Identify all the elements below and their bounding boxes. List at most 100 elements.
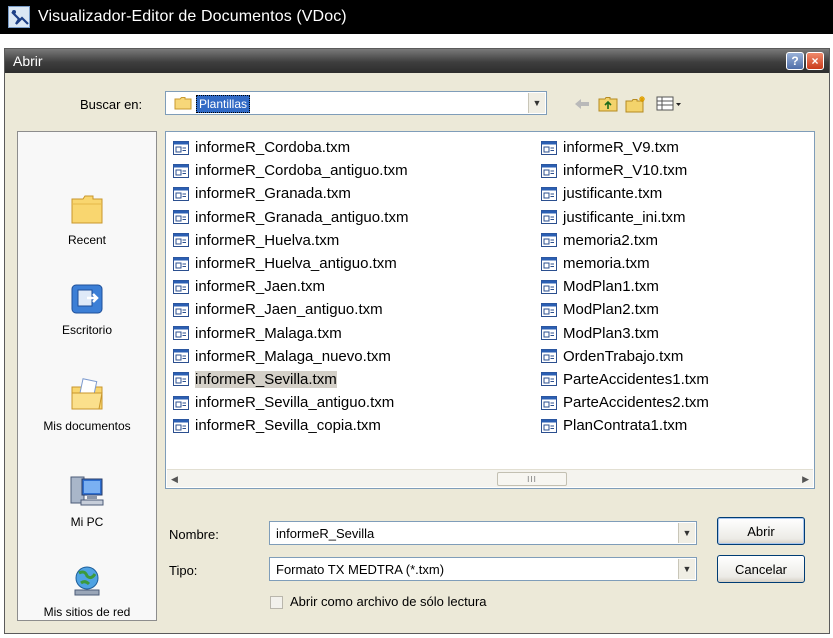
file-name: memoria.txm <box>563 255 650 273</box>
type-label: Tipo: <box>169 563 198 578</box>
file-item[interactable]: justificante.txm <box>541 182 713 205</box>
file-item[interactable]: informeR_Malaga.txm <box>173 322 412 345</box>
file-list[interactable]: informeR_Cordoba.txm informeR_Cordoba_ant… <box>165 131 815 489</box>
txm-file-icon <box>541 163 557 178</box>
scrollbar-thumb[interactable]: III <box>497 472 567 486</box>
file-item[interactable]: memoria2.txm <box>541 229 713 252</box>
txm-file-icon <box>173 140 189 155</box>
txm-file-icon <box>173 395 189 410</box>
scroll-left-icon[interactable]: ◀ <box>171 474 178 485</box>
file-item[interactable]: informeR_V9.txm <box>541 136 713 159</box>
file-item[interactable]: informeR_Huelva_antiguo.txm <box>173 252 412 275</box>
file-item[interactable]: ModPlan3.txm <box>541 322 713 345</box>
my-documents-icon <box>18 378 156 415</box>
horizontal-scrollbar[interactable]: ◀ III ▶ <box>167 469 813 487</box>
file-name: informeR_Sevilla_antiguo.txm <box>195 394 395 412</box>
file-item[interactable]: informeR_Sevilla_antiguo.txm <box>173 391 412 414</box>
txm-file-icon <box>173 233 189 248</box>
cancel-button[interactable]: Cancelar <box>717 555 805 583</box>
readonly-checkbox[interactable] <box>270 596 283 609</box>
recent-folder-icon <box>18 192 156 229</box>
close-button[interactable]: × <box>806 52 824 70</box>
file-name: informeR_V9.txm <box>563 139 679 157</box>
file-item[interactable]: ParteAccidentes2.txm <box>541 391 713 414</box>
lookin-combobox[interactable]: Plantillas ▼ <box>165 91 547 115</box>
txm-file-icon <box>173 326 189 341</box>
app-titlebar: Visualizador-Editor de Documentos (VDoc) <box>0 0 833 34</box>
desktop-icon <box>18 282 156 319</box>
file-name: informeR_Granada.txm <box>195 185 351 203</box>
filetype-combobox[interactable]: Formato TX MEDTRA (*.txm) ▼ <box>269 557 697 581</box>
txm-file-icon <box>173 210 189 225</box>
file-item[interactable]: informeR_Granada.txm <box>173 182 412 205</box>
chevron-down-icon[interactable]: ▼ <box>678 559 695 579</box>
place-label: Recent <box>67 233 107 247</box>
txm-file-icon <box>173 418 189 433</box>
up-folder-icon[interactable] <box>597 95 619 113</box>
txm-file-icon <box>173 163 189 178</box>
open-button[interactable]: Abrir <box>717 517 805 545</box>
file-name: informeR_V10.txm <box>563 162 688 180</box>
file-name: informeR_Jaen.txm <box>195 278 326 296</box>
place-my-computer[interactable]: Mi PC <box>18 474 156 529</box>
place-desktop[interactable]: Escritorio <box>18 282 156 337</box>
txm-file-icon <box>541 279 557 294</box>
place-label: Mi PC <box>70 515 104 529</box>
open-dialog: Abrir ? × Buscar en: Plantillas ▼ Recent… <box>4 48 830 634</box>
file-item[interactable]: memoria.txm <box>541 252 713 275</box>
txm-file-icon <box>541 349 557 364</box>
file-item[interactable]: informeR_Cordoba.txm <box>173 136 412 159</box>
chevron-down-icon[interactable]: ▼ <box>528 93 545 113</box>
file-item[interactable]: OrdenTrabajo.txm <box>541 345 713 368</box>
lookin-value: Plantillas <box>196 95 251 113</box>
txm-file-icon <box>541 395 557 410</box>
file-item[interactable]: ParteAccidentes1.txm <box>541 368 713 391</box>
txm-file-icon <box>541 418 557 433</box>
file-item[interactable]: informeR_V10.txm <box>541 159 713 182</box>
txm-file-icon <box>173 279 189 294</box>
scroll-right-icon[interactable]: ▶ <box>802 474 809 485</box>
file-item[interactable]: informeR_Sevilla.txm <box>173 368 412 391</box>
my-computer-icon <box>18 474 156 511</box>
lookin-label: Buscar en: <box>80 97 143 112</box>
file-item[interactable]: informeR_Jaen.txm <box>173 275 412 298</box>
file-item[interactable]: ModPlan2.txm <box>541 298 713 321</box>
new-folder-icon[interactable] <box>625 95 647 113</box>
txm-file-icon <box>541 210 557 225</box>
file-item[interactable]: informeR_Huelva.txm <box>173 229 412 252</box>
file-item[interactable]: justificante_ini.txm <box>541 206 713 229</box>
place-recent[interactable]: Recent <box>18 192 156 247</box>
txm-file-icon <box>541 372 557 387</box>
txm-file-icon <box>173 302 189 317</box>
chevron-down-icon[interactable]: ▼ <box>678 523 695 543</box>
file-item[interactable]: PlanContrata1.txm <box>541 414 713 437</box>
view-menu-icon[interactable] <box>655 95 685 113</box>
readonly-label: Abrir como archivo de sólo lectura <box>290 594 487 609</box>
file-name: informeR_Huelva_antiguo.txm <box>195 255 397 273</box>
file-item[interactable]: informeR_Granada_antiguo.txm <box>173 206 412 229</box>
help-button[interactable]: ? <box>786 52 804 70</box>
file-column-2: informeR_V9.txm informeR_V10.txm justifica… <box>541 136 713 437</box>
folder-icon <box>174 96 192 113</box>
file-item[interactable]: informeR_Sevilla_copia.txm <box>173 414 412 437</box>
places-bar: Recent Escritorio Mis documentos Mi PC M… <box>17 131 157 621</box>
dialog-titlebar: Abrir ? × <box>5 49 829 73</box>
back-arrow-icon[interactable] <box>571 95 593 113</box>
file-item[interactable]: informeR_Cordoba_antiguo.txm <box>173 159 412 182</box>
file-name: informeR_Cordoba_antiguo.txm <box>195 162 408 180</box>
name-label: Nombre: <box>169 527 219 542</box>
app-title: Visualizador-Editor de Documentos (VDoc) <box>38 8 347 25</box>
txm-file-icon <box>173 256 189 271</box>
place-my-documents[interactable]: Mis documentos <box>18 378 156 433</box>
txm-file-icon <box>541 186 557 201</box>
app-logo-icon <box>8 6 30 28</box>
place-label: Escritorio <box>61 323 112 337</box>
filename-combobox[interactable]: informeR_Sevilla ▼ <box>269 521 697 545</box>
file-item[interactable]: informeR_Jaen_antiguo.txm <box>173 298 412 321</box>
filetype-value: Formato TX MEDTRA (*.txm) <box>276 562 445 577</box>
file-item[interactable]: ModPlan1.txm <box>541 275 713 298</box>
file-name: ModPlan2.txm <box>563 301 659 319</box>
place-network[interactable]: Mis sitios de red <box>18 564 156 619</box>
file-item[interactable]: informeR_Malaga_nuevo.txm <box>173 345 412 368</box>
file-column-1: informeR_Cordoba.txm informeR_Cordoba_ant… <box>173 136 412 437</box>
